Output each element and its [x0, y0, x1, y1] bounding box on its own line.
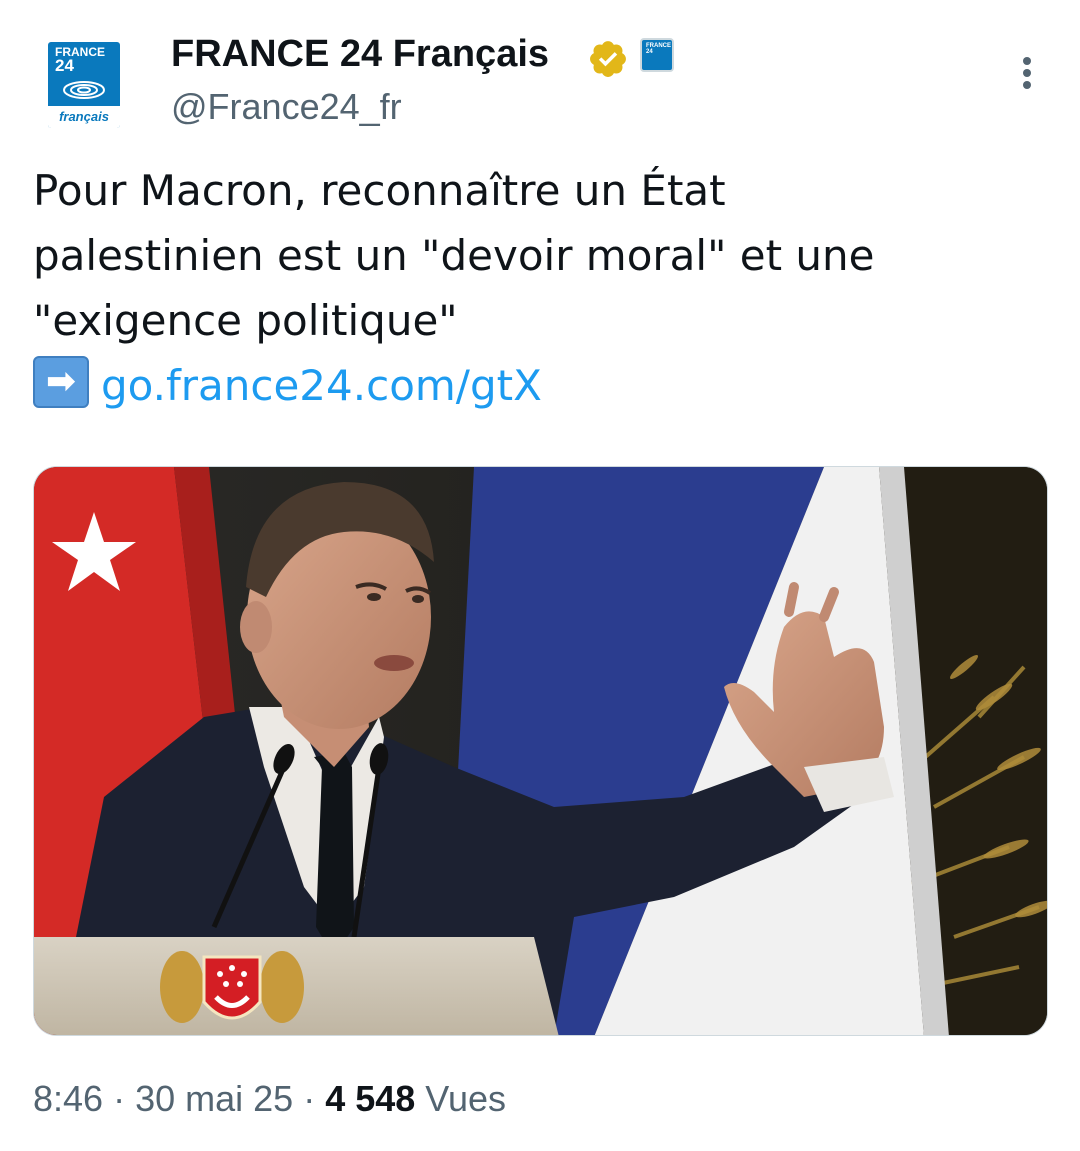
tweet-media-photo[interactable] [33, 466, 1048, 1036]
avatar[interactable]: FRANCE 24 français [48, 42, 120, 128]
tweet-text: Pour Macron, reconnaître un État palesti… [33, 158, 1043, 418]
avatar-text-bottom: français [48, 106, 120, 128]
views-count: 4 548 [325, 1078, 416, 1119]
waves-icon [63, 81, 105, 99]
separator-dot: · [103, 1078, 136, 1119]
arrow-glyph: ➡ [45, 361, 77, 402]
handle[interactable]: @France24_fr [171, 86, 402, 128]
avatar-text-number: 24 [55, 56, 74, 75]
verified-badge-icon[interactable] [587, 38, 629, 80]
press-conference-photo [34, 467, 1047, 1035]
tweet-text-line: Pour Macron, reconnaître un État [33, 166, 726, 215]
tweet-link[interactable]: go.france24.com/gtX [101, 361, 542, 410]
affiliate-badge[interactable]: FRANCE 24 [640, 38, 674, 72]
separator-dot: · [293, 1078, 326, 1119]
tweet-date[interactable]: 30 mai 25 [135, 1078, 293, 1119]
tweet-text-line: palestinien est un "devoir moral" et une [33, 231, 875, 280]
views-label: Vues [425, 1078, 507, 1119]
display-name[interactable]: FRANCE 24 Français [171, 33, 549, 76]
tweet-time[interactable]: 8:46 [33, 1078, 103, 1119]
tweet-meta: 8:46 · 30 mai 25 · 4 548 Vues [33, 1078, 506, 1120]
tweet-text-line: "exigence politique" [33, 296, 458, 345]
tweet-link-line: ➡ go.france24.com/gtX [33, 353, 1043, 418]
affiliate-badge-text: FRANCE 24 [646, 43, 671, 55]
right-arrow-emoji-icon: ➡ [33, 356, 89, 408]
more-options-icon[interactable] [1014, 55, 1040, 95]
